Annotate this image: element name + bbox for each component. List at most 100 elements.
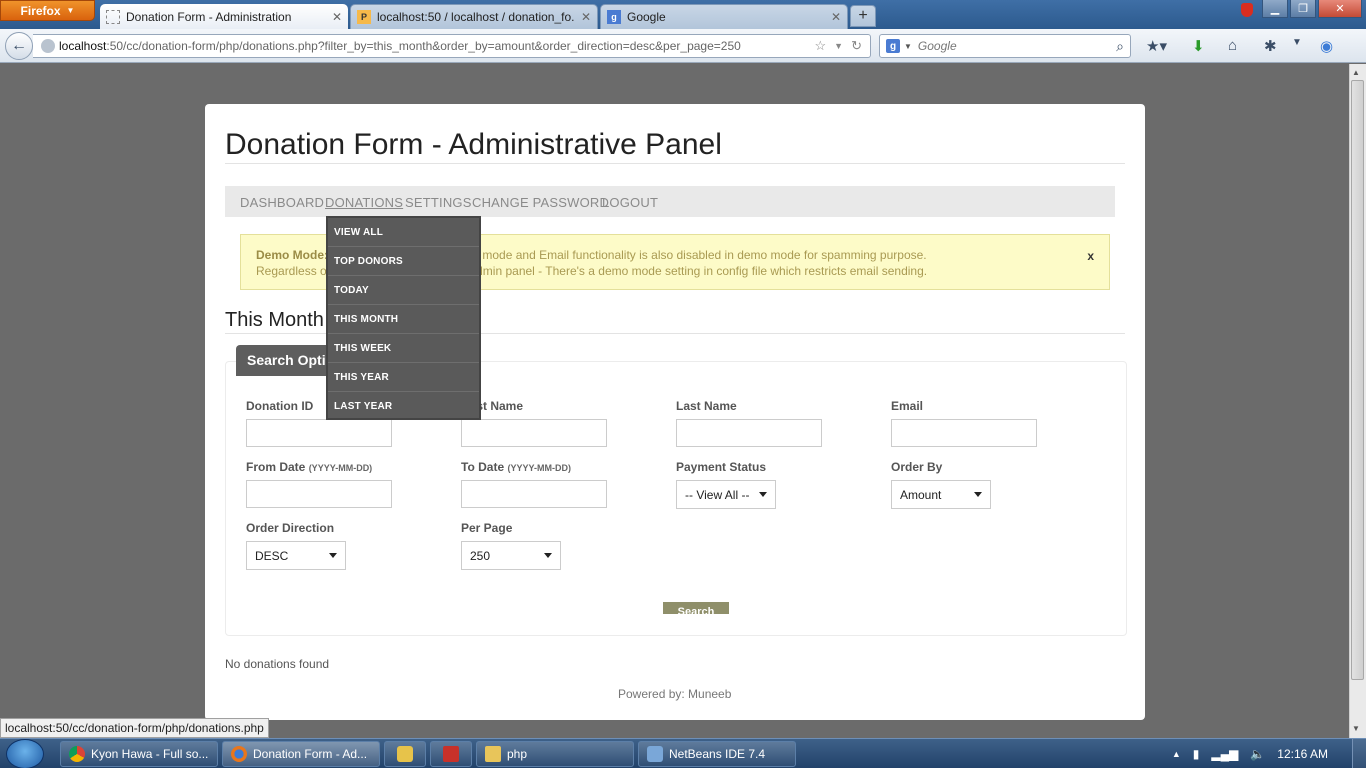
maximize-button[interactable]: ❐ xyxy=(1290,0,1316,18)
first-name-input[interactable] xyxy=(461,419,607,447)
no-results-text: No donations found xyxy=(225,657,330,671)
dropdown-item-view-all[interactable]: VIEW ALL xyxy=(328,218,479,247)
date-format-hint: (YYYY-MM-DD) xyxy=(507,463,571,473)
payment-status-select[interactable]: -- View All -- xyxy=(676,480,776,509)
menu-item-logout[interactable]: LOGOUT xyxy=(602,195,658,210)
to-date-label-text: To Date xyxy=(461,460,505,474)
section-title: This Month xyxy=(225,309,324,331)
dropdown-item-top-donors[interactable]: TOP DONORS xyxy=(328,247,479,276)
bookmarks-icon[interactable]: ★▾ xyxy=(1146,37,1167,55)
taskbar-item-app[interactable] xyxy=(384,741,426,767)
history-dropdown-icon[interactable]: ▼ xyxy=(834,41,843,51)
from-date-input[interactable] xyxy=(246,480,392,508)
search-button[interactable]: Search xyxy=(663,602,729,614)
firefox-icon xyxy=(231,746,247,762)
dropdown-item-this-week[interactable]: THIS WEEK xyxy=(328,334,479,363)
search-bar[interactable]: g ▼ Google ⌕ xyxy=(879,34,1131,58)
download-icon[interactable]: ⬇ xyxy=(1192,37,1205,55)
close-tab-icon[interactable]: ✕ xyxy=(831,10,841,24)
dropdown-item-last-year[interactable]: LAST YEAR xyxy=(328,392,479,421)
firefox-menu-button[interactable]: Firefox ▼ xyxy=(0,0,95,21)
per-page-value: 250 xyxy=(470,548,491,563)
to-date-input[interactable] xyxy=(461,480,607,508)
taskbar-item-netbeans[interactable]: NetBeans IDE 7.4 xyxy=(638,741,796,767)
netbeans-icon xyxy=(647,746,663,762)
url-bar[interactable]: localhost:50/cc/donation-form/php/donati… xyxy=(33,34,871,58)
minimize-button[interactable]: ▁ xyxy=(1262,0,1288,18)
chevron-down-icon xyxy=(544,553,552,558)
tab-phpmyadmin[interactable]: P localhost:50 / localhost / donation_fo… xyxy=(350,4,598,29)
url-text: localhost:50/cc/donation-form/php/donati… xyxy=(59,39,815,53)
order-by-select[interactable]: Amount xyxy=(891,480,991,509)
back-button[interactable]: ← xyxy=(5,32,33,60)
navigation-toolbar: localhost:50/cc/donation-form/php/donati… xyxy=(0,29,1366,63)
tab-donation-form[interactable]: Donation Form - Administration ✕ xyxy=(100,4,348,29)
email-label: Email xyxy=(891,399,924,413)
clock[interactable]: 12:16 AM xyxy=(1277,747,1328,761)
chevron-down-icon xyxy=(329,553,337,558)
chevron-up-icon[interactable]: ▲ xyxy=(1172,749,1181,759)
scroll-down-icon[interactable]: ▼ xyxy=(1352,724,1360,733)
scrollbar-thumb[interactable] xyxy=(1351,80,1364,680)
volume-icon[interactable]: 🔈 xyxy=(1250,747,1265,761)
menu-item-settings[interactable]: SETTINGS xyxy=(405,195,472,210)
back-arrow-icon: ← xyxy=(11,37,27,54)
menu-item-donations[interactable]: DONATIONS xyxy=(325,195,403,210)
alert-label: Demo Mode: xyxy=(256,248,328,262)
donation-id-input[interactable] xyxy=(246,419,392,447)
dropdown-item-today[interactable]: TODAY xyxy=(328,276,479,305)
chevron-down-icon[interactable]: ▼ xyxy=(1292,37,1302,48)
tab-title: Google xyxy=(627,10,666,24)
reload-icon[interactable]: ↻ xyxy=(851,38,862,54)
last-name-label: Last Name xyxy=(676,399,737,413)
payment-status-label: Payment Status xyxy=(676,460,767,474)
close-tab-icon[interactable]: ✕ xyxy=(581,10,591,24)
search-input[interactable]: Google xyxy=(918,39,1116,53)
scroll-up-icon[interactable]: ▲ xyxy=(1352,68,1360,77)
order-direction-select[interactable]: DESC xyxy=(246,541,346,570)
order-by-value: Amount xyxy=(900,487,942,502)
tab-google[interactable]: g Google ✕ xyxy=(600,4,848,29)
dropdown-item-this-month[interactable]: THIS MONTH xyxy=(328,305,479,334)
close-window-button[interactable]: ✕ xyxy=(1318,0,1362,18)
search-engine-icon[interactable]: g xyxy=(886,39,900,53)
folder-icon xyxy=(485,746,501,762)
per-page-select[interactable]: 250 xyxy=(461,541,561,570)
taskbar-item-php-folder[interactable]: php xyxy=(476,741,634,767)
site-identity-icon[interactable] xyxy=(41,39,55,53)
chevron-down-icon xyxy=(974,492,982,497)
show-desktop-button[interactable] xyxy=(1352,739,1366,768)
shield-icon xyxy=(1241,3,1253,17)
start-button[interactable] xyxy=(6,739,44,768)
order-by-label: Order By xyxy=(891,460,943,474)
url-host: localhost xyxy=(59,39,107,53)
chevron-down-icon: ▼ xyxy=(66,6,75,15)
addon-icon[interactable]: ✱ xyxy=(1264,37,1277,55)
donations-dropdown-menu: VIEW ALL TOP DONORS TODAY THIS MONTH THI… xyxy=(326,216,481,420)
battery-icon[interactable]: ▮ xyxy=(1193,747,1200,761)
system-tray: ▲ ▮ ▂▄▆ 🔈 12:16 AM xyxy=(1172,739,1366,768)
network-icon[interactable]: ▂▄▆ xyxy=(1211,747,1238,761)
last-name-input[interactable] xyxy=(676,419,822,447)
browser-tab-bar: Firefox ▼ Donation Form - Administration… xyxy=(0,0,1366,29)
taskbar-item-firefox[interactable]: Donation Form - Ad... xyxy=(222,741,380,767)
alert-close-button[interactable]: x xyxy=(1087,248,1094,264)
taskbar-item-chrome[interactable]: Kyon Hawa - Full so... xyxy=(60,741,218,767)
date-format-hint: (YYYY-MM-DD) xyxy=(308,463,373,473)
extension-icon[interactable]: ◉ xyxy=(1320,37,1333,55)
search-icon[interactable]: ⌕ xyxy=(1116,38,1124,55)
dropdown-item-this-year[interactable]: THIS YEAR xyxy=(328,363,479,392)
chevron-down-icon xyxy=(759,492,767,497)
payment-status-value: -- View All -- xyxy=(685,487,750,502)
home-icon[interactable]: ⌂ xyxy=(1228,37,1237,54)
menu-item-change-password[interactable]: CHANGE PASSWORD xyxy=(472,195,609,210)
new-tab-button[interactable]: + xyxy=(850,5,876,27)
phpmyadmin-icon: P xyxy=(357,10,371,24)
email-input[interactable] xyxy=(891,419,1037,447)
menu-item-dashboard[interactable]: DASHBOARD xyxy=(240,195,324,210)
bookmark-star-icon[interactable]: ☆ xyxy=(815,38,827,54)
window-controls: ▁ ❐ ✕ xyxy=(1262,0,1362,18)
taskbar-item-filezilla[interactable] xyxy=(430,741,472,767)
main-menu: DASHBOARD DONATIONS SETTINGS CHANGE PASS… xyxy=(225,186,1115,217)
close-tab-icon[interactable]: ✕ xyxy=(332,10,342,24)
